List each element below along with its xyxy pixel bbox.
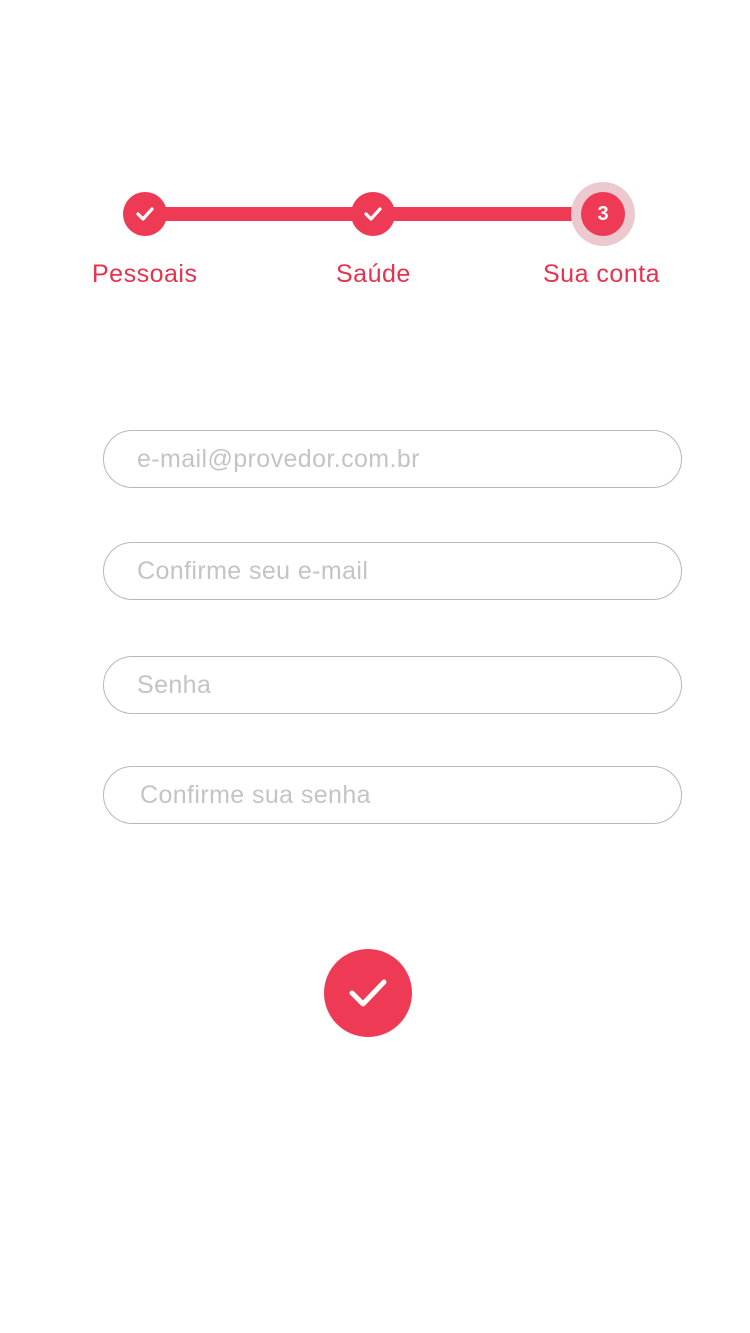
password-confirm-field[interactable] <box>103 766 682 824</box>
stepper-track-1 <box>145 207 373 221</box>
submit-button[interactable] <box>324 949 412 1037</box>
step-3-current[interactable]: 3 <box>581 192 625 236</box>
password-input[interactable] <box>137 657 657 713</box>
step-label-sua-conta: Sua conta <box>543 260 661 288</box>
step-2-complete[interactable] <box>351 192 395 236</box>
check-icon <box>364 207 382 221</box>
email-input[interactable] <box>137 431 657 487</box>
step-1-complete[interactable] <box>123 192 167 236</box>
email-confirm-field[interactable] <box>103 542 682 600</box>
password-confirm-input[interactable] <box>140 767 660 823</box>
email-confirm-input[interactable] <box>137 543 657 599</box>
check-icon <box>349 979 387 1007</box>
password-field[interactable] <box>103 656 682 714</box>
step-label-saude: Saúde <box>336 260 411 288</box>
progress-stepper: 3 Pessoais Saúde Sua conta <box>0 0 750 320</box>
stepper-track-2 <box>373 207 603 221</box>
step-label-pessoais: Pessoais <box>92 260 198 288</box>
step-3-number: 3 <box>597 202 609 225</box>
email-field[interactable] <box>103 430 682 488</box>
check-icon <box>136 207 154 221</box>
